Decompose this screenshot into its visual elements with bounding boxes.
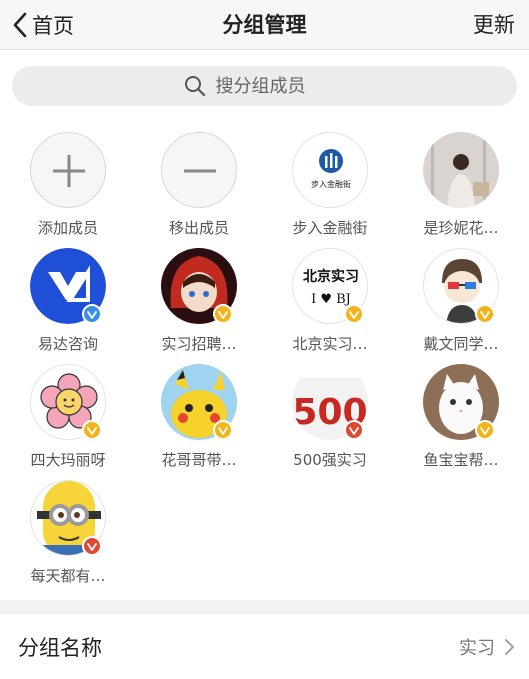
bank-logo-icon: 步入金融街 xyxy=(311,149,351,189)
group-name-label: 分组名称 xyxy=(18,635,102,660)
member-name: 每天都有… xyxy=(30,567,106,585)
search-input[interactable] xyxy=(215,75,346,97)
add-member-button[interactable]: 添加成员 xyxy=(8,132,128,238)
avatar xyxy=(423,132,499,208)
section-divider xyxy=(0,600,529,614)
member-name: 北京实习… xyxy=(292,335,368,353)
verified-badge-icon xyxy=(82,420,102,440)
svg-text:I ♥ BJ: I ♥ BJ xyxy=(311,292,351,307)
search-icon xyxy=(184,76,205,97)
member-item[interactable]: 戴文同学… xyxy=(401,248,521,354)
member-item[interactable]: 是珍妮花… xyxy=(401,132,521,238)
member-item[interactable]: 北京实习 I ♥ BJ 北京实习… xyxy=(270,248,390,354)
member-item[interactable]: 步入金融街 步入金融街 xyxy=(270,132,390,238)
group-name-row[interactable]: 分组名称 实习 xyxy=(0,614,529,679)
verified-badge-icon xyxy=(344,304,364,324)
avatar: 步入金融街 xyxy=(292,132,368,208)
verified-badge-icon xyxy=(82,304,102,324)
photo-portrait-icon xyxy=(423,132,499,208)
search-bar[interactable] xyxy=(12,66,517,106)
back-button[interactable]: 首页 xyxy=(10,8,74,42)
member-item[interactable]: 鱼宝宝帮… xyxy=(401,364,521,470)
verified-badge-icon xyxy=(82,536,102,556)
logo-text: 步入金融街 xyxy=(311,179,351,189)
member-name: 花哥哥带… xyxy=(161,451,237,469)
group-name-value-wrap: 实习 xyxy=(459,634,515,660)
page-title: 分组管理 xyxy=(222,13,307,37)
member-item[interactable]: 四大玛丽呀 xyxy=(8,364,128,470)
member-name: 实习招聘… xyxy=(161,335,237,353)
remove-avatar xyxy=(161,132,237,208)
verified-badge-icon xyxy=(213,304,233,324)
svg-text:北京实习: 北京实习 xyxy=(303,268,359,285)
member-name: 四大玛丽呀 xyxy=(30,451,106,469)
member-name: 步入金融街 xyxy=(292,219,368,237)
update-button[interactable]: 更新 xyxy=(473,8,515,42)
member-item[interactable]: 每天都有… xyxy=(8,480,128,586)
remove-member-label: 移出成员 xyxy=(168,219,229,237)
plus-icon xyxy=(53,155,85,187)
group-name-value: 实习 xyxy=(459,637,495,659)
member-name: 500强实习 xyxy=(293,451,367,469)
remove-member-button[interactable]: 移出成员 xyxy=(139,132,259,238)
member-item[interactable]: 花哥哥带… xyxy=(139,364,259,470)
chevron-left-icon xyxy=(13,12,27,38)
nav-bar: 首页 分组管理 更新 xyxy=(0,0,529,50)
member-name: 鱼宝宝帮… xyxy=(423,451,499,469)
member-item[interactable]: 实习招聘… xyxy=(139,248,259,354)
verified-badge-icon xyxy=(475,420,495,440)
member-item[interactable]: 易达咨询 xyxy=(8,248,128,354)
member-item[interactable]: 500 500强实习 xyxy=(270,364,390,470)
add-member-label: 添加成员 xyxy=(37,219,98,237)
add-avatar xyxy=(30,132,106,208)
verified-badge-icon xyxy=(344,420,364,440)
member-name: 易达咨询 xyxy=(37,335,98,353)
member-name: 是珍妮花… xyxy=(423,219,499,237)
member-name: 戴文同学… xyxy=(423,335,499,353)
chevron-right-icon xyxy=(505,638,514,655)
verified-badge-icon xyxy=(213,420,233,440)
minus-icon xyxy=(184,169,216,173)
verified-badge-icon xyxy=(475,304,495,324)
back-label: 首页 xyxy=(32,14,74,38)
